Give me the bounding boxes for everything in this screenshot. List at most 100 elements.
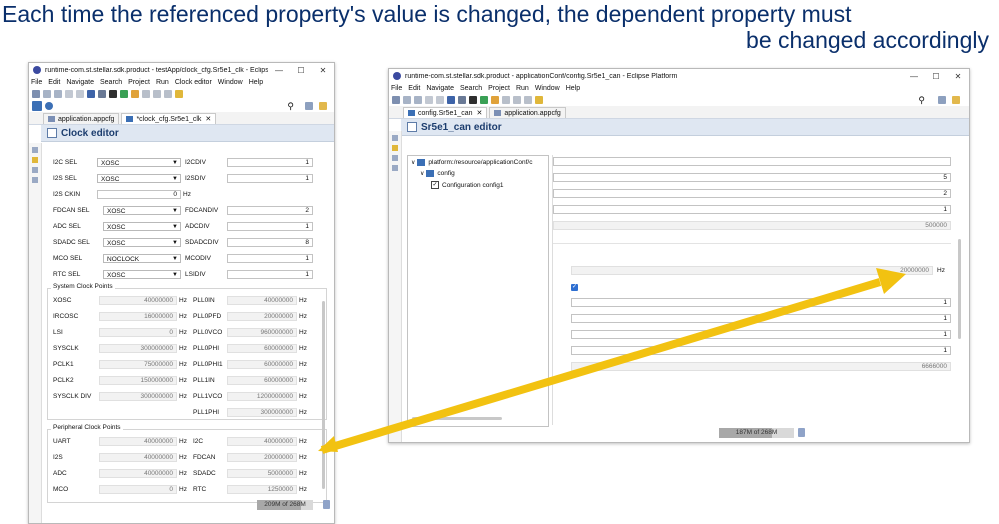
- value-field[interactable]: 8: [227, 238, 313, 247]
- value-field[interactable]: 2: [227, 206, 313, 215]
- menu-item[interactable]: Project: [488, 85, 510, 92]
- chevron-down-icon[interactable]: ▼: [172, 239, 178, 248]
- value-field[interactable]: 1: [571, 330, 951, 339]
- clock-editor-icon[interactable]: [32, 101, 42, 111]
- menu-item[interactable]: Edit: [408, 85, 420, 92]
- menu-item[interactable]: Window: [535, 85, 560, 92]
- select-field[interactable]: XOSC ▼: [103, 206, 181, 215]
- undo-icon[interactable]: [65, 90, 73, 98]
- menu-item[interactable]: Search: [460, 85, 482, 92]
- redo-icon[interactable]: [436, 96, 444, 104]
- value-field[interactable]: 1: [227, 222, 313, 231]
- tree-item[interactable]: ∨ config: [420, 170, 455, 177]
- perspective-icon[interactable]: [938, 96, 946, 104]
- menu-item[interactable]: Help: [249, 79, 263, 86]
- value-field[interactable]: 1: [227, 174, 313, 183]
- close-icon[interactable]: ✕: [312, 66, 334, 75]
- build-icon[interactable]: [87, 90, 95, 98]
- value-field[interactable]: 1: [571, 346, 951, 355]
- save-all-icon[interactable]: [54, 90, 62, 98]
- search-next-icon[interactable]: [142, 90, 150, 98]
- chevron-down-icon[interactable]: ▼: [172, 175, 178, 184]
- menu-item[interactable]: Navigate: [426, 85, 454, 92]
- maximize-icon[interactable]: ☐: [925, 72, 947, 81]
- search-next-icon[interactable]: [502, 96, 510, 104]
- search-icon[interactable]: ⚲: [918, 95, 925, 106]
- close-icon[interactable]: ✕: [947, 72, 969, 81]
- restore-icon[interactable]: [392, 165, 398, 171]
- value-field[interactable]: 2: [553, 189, 951, 198]
- heap-status[interactable]: 187M of 268M: [719, 428, 794, 438]
- trash-icon[interactable]: [323, 500, 330, 509]
- redo-icon[interactable]: [76, 90, 84, 98]
- tools-icon[interactable]: [98, 90, 106, 98]
- chevron-down-icon[interactable]: ▼: [172, 271, 178, 280]
- refresh-icon[interactable]: [45, 102, 53, 110]
- vertical-scrollbar[interactable]: [322, 301, 325, 489]
- select-field[interactable]: XOSC ▼: [97, 174, 181, 183]
- maximize-icon[interactable]: ☐: [290, 66, 312, 75]
- minimized-view-icon[interactable]: [32, 167, 38, 173]
- select-field[interactable]: XOSC ▼: [97, 158, 181, 167]
- menu-item[interactable]: Run: [516, 85, 529, 92]
- value-field[interactable]: 1: [571, 298, 951, 307]
- chevron-down-icon[interactable]: ▼: [172, 159, 178, 168]
- chevron-down-icon[interactable]: ▼: [172, 207, 178, 216]
- close-tab-icon[interactable]: ✕: [476, 109, 482, 117]
- new-icon[interactable]: [392, 96, 400, 104]
- save-icon[interactable]: [403, 96, 411, 104]
- menu-item[interactable]: Window: [218, 79, 243, 86]
- tab-application-appcfg[interactable]: application.appcfg: [489, 107, 566, 118]
- menu-item[interactable]: Navigate: [66, 79, 94, 86]
- enable-checkbox[interactable]: ✓: [571, 284, 578, 291]
- project-icon[interactable]: [32, 157, 38, 163]
- tree-item[interactable]: ✓ Configuration config1: [429, 181, 503, 189]
- menu-item[interactable]: File: [391, 85, 402, 92]
- menu-item[interactable]: Help: [566, 85, 580, 92]
- value-field[interactable]: 1: [227, 270, 313, 279]
- nav-forward-icon[interactable]: [164, 90, 172, 98]
- chevron-down-icon[interactable]: ▼: [172, 255, 178, 264]
- value-field[interactable]: 1: [227, 254, 313, 263]
- minimized-view-icon[interactable]: [392, 155, 398, 161]
- pin-icon[interactable]: [535, 96, 543, 104]
- value-field[interactable]: [553, 157, 951, 166]
- nav-forward-icon[interactable]: [524, 96, 532, 104]
- perspective-icon[interactable]: [305, 102, 313, 110]
- trash-icon[interactable]: [798, 428, 805, 437]
- build-icon[interactable]: [447, 96, 455, 104]
- restore-icon[interactable]: [32, 177, 38, 183]
- search-icon[interactable]: ⚲: [287, 101, 294, 112]
- heap-status[interactable]: 209M of 268M: [257, 500, 313, 510]
- title-bar[interactable]: runtime-com.st.stellar.sdk.product - tes…: [29, 63, 334, 77]
- minimize-icon[interactable]: —: [268, 66, 290, 75]
- perspective-active-icon[interactable]: [319, 102, 327, 110]
- value-field[interactable]: 1: [571, 314, 951, 323]
- chevron-down-icon[interactable]: ▼: [172, 223, 178, 232]
- menu-item[interactable]: File: [31, 79, 42, 86]
- new-icon[interactable]: [32, 90, 40, 98]
- pin-icon[interactable]: [175, 90, 183, 98]
- close-tab-icon[interactable]: ✕: [205, 115, 211, 123]
- tools-icon[interactable]: [458, 96, 466, 104]
- menu-item[interactable]: Run: [156, 79, 169, 86]
- select-field[interactable]: XOSC ▼: [103, 238, 181, 247]
- minimize-icon[interactable]: —: [903, 72, 925, 81]
- tab-clock-cfg[interactable]: *clock_cfg.Sr5e1_clk ✕: [121, 113, 217, 124]
- select-field[interactable]: NOCLOCK ▼: [103, 254, 181, 263]
- menu-item[interactable]: Clock editor: [175, 79, 212, 86]
- nav-back-icon[interactable]: [513, 96, 521, 104]
- perspective-active-icon[interactable]: [952, 96, 960, 104]
- nav-back-icon[interactable]: [153, 90, 161, 98]
- debug-icon[interactable]: [480, 96, 488, 104]
- debug-icon[interactable]: [120, 90, 128, 98]
- select-field[interactable]: XOSC ▼: [103, 222, 181, 231]
- save-all-icon[interactable]: [414, 96, 422, 104]
- title-bar[interactable]: runtime-com.st.stellar.sdk.product - app…: [389, 69, 969, 83]
- value-field[interactable]: 1: [227, 158, 313, 167]
- tab-application-appcfg[interactable]: application.appcfg: [43, 113, 120, 124]
- chevron-down-icon[interactable]: ∨: [420, 170, 424, 177]
- value-field[interactable]: 1: [553, 205, 951, 214]
- outline-icon[interactable]: [32, 147, 38, 153]
- run-icon[interactable]: [491, 96, 499, 104]
